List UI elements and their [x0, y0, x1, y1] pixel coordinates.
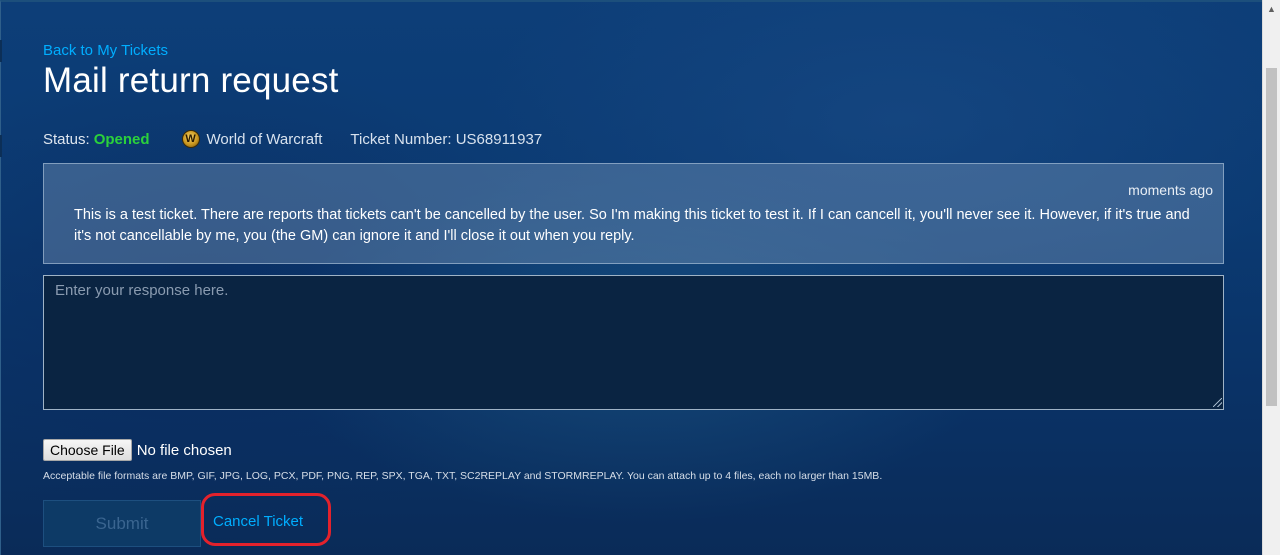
textarea-resize-handle[interactable]: [1213, 398, 1222, 407]
submit-button[interactable]: Submit: [43, 500, 201, 547]
file-formats-note: Acceptable file formats are BMP, GIF, JP…: [43, 470, 883, 482]
choose-file-button[interactable]: Choose File: [43, 439, 132, 461]
game-info: W World of Warcraft: [181, 130, 323, 148]
scrollbar-thumb[interactable]: [1266, 68, 1277, 406]
response-input[interactable]: [43, 275, 1224, 410]
status-value: Opened: [93, 130, 150, 148]
back-to-tickets-link[interactable]: Back to My Tickets: [43, 42, 168, 59]
cancel-ticket-link[interactable]: Cancel Ticket: [213, 513, 303, 530]
wow-logo-icon: W: [181, 130, 200, 148]
no-file-chosen-text: No file chosen: [136, 441, 232, 459]
vertical-scrollbar[interactable]: ▲: [1262, 0, 1280, 555]
file-attachment-row: Choose File No file chosen: [43, 439, 232, 461]
page-title: Mail return request: [43, 61, 339, 100]
message-timestamp: moments ago: [1128, 182, 1213, 198]
ticket-message: moments ago This is a test ticket. There…: [43, 163, 1224, 264]
status-label: Status:: [43, 130, 90, 148]
ticket-number: Ticket Number: US68911937: [350, 130, 543, 148]
scroll-up-arrow-icon[interactable]: ▲: [1263, 0, 1280, 17]
game-name: World of Warcraft: [206, 130, 323, 148]
left-edge-mark: [0, 135, 2, 157]
message-body: This is a test ticket. There are reports…: [74, 207, 1190, 244]
ticket-meta-row: Status: Opened W World of Warcraft Ticke…: [43, 130, 542, 148]
left-edge-mark: [0, 40, 2, 62]
